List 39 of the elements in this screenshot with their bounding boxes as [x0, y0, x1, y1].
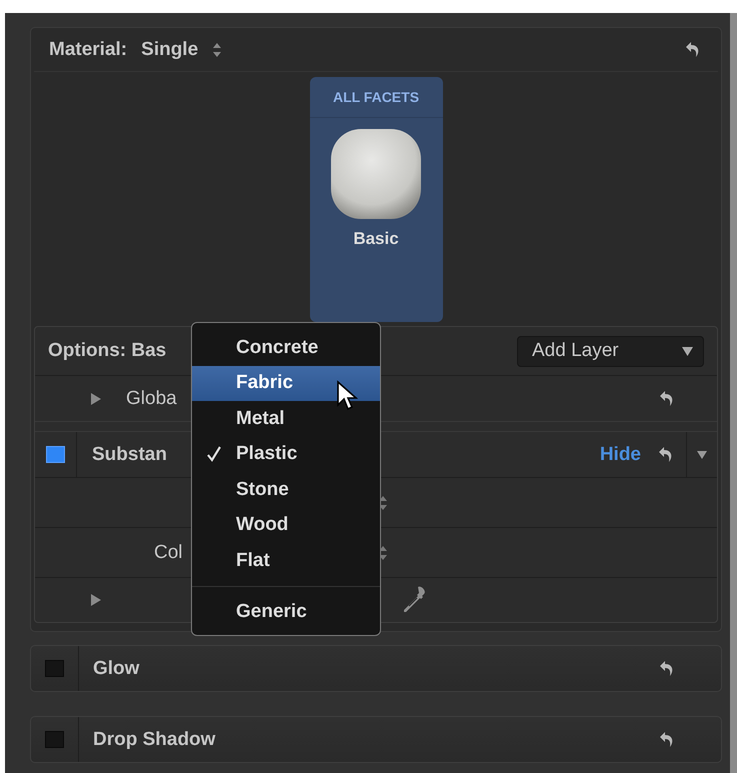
layer-label: Substan — [92, 444, 167, 466]
material-label: Material: — [49, 38, 128, 60]
options-label: Options: Bas — [48, 340, 166, 362]
tile-header: ALL FACETS — [310, 77, 442, 118]
caret-icon — [682, 346, 693, 356]
undo-icon[interactable] — [685, 40, 701, 58]
group-label: Globa — [126, 388, 177, 410]
stepper-icon[interactable] — [378, 544, 388, 560]
menu-item[interactable]: Generic — [192, 594, 380, 630]
menu-item[interactable]: Stone — [192, 472, 380, 508]
material-value[interactable]: Single — [141, 38, 198, 60]
mouse-cursor-icon — [336, 380, 360, 412]
add-layer-button[interactable]: Add Layer — [517, 336, 704, 366]
checkmark-icon — [206, 446, 222, 462]
checkbox[interactable] — [46, 446, 65, 463]
material-name: Basic — [353, 229, 399, 249]
caret-icon[interactable] — [697, 450, 707, 458]
eyedropper-icon[interactable] — [403, 586, 427, 614]
field-label: Col — [154, 542, 183, 564]
checkbox[interactable] — [45, 660, 64, 677]
undo-icon[interactable] — [659, 660, 675, 678]
stepper-icon[interactable] — [212, 40, 222, 58]
menu-item[interactable]: Concrete — [192, 330, 380, 366]
stepper-icon[interactable] — [378, 494, 388, 510]
undo-icon[interactable] — [659, 390, 675, 408]
menu-item[interactable]: Fabric — [192, 366, 380, 401]
undo-icon[interactable] — [659, 730, 675, 748]
layer-label: Glow — [92, 658, 140, 680]
disclosure-triangle-icon[interactable] — [90, 392, 102, 406]
menu-item[interactable]: Metal — [192, 401, 380, 436]
menu-item[interactable]: Plastic — [192, 436, 380, 472]
disclosure-triangle-icon[interactable] — [90, 593, 102, 607]
menu-item[interactable]: Wood — [192, 508, 380, 543]
hide-link[interactable]: Hide — [600, 444, 641, 466]
material-tile[interactable]: ALL FACETS Basic — [310, 77, 442, 322]
checkbox[interactable] — [45, 731, 64, 748]
undo-icon[interactable] — [658, 446, 674, 464]
layer-label: Drop Shadow — [92, 728, 216, 750]
menu-item[interactable]: Flat — [192, 543, 380, 578]
